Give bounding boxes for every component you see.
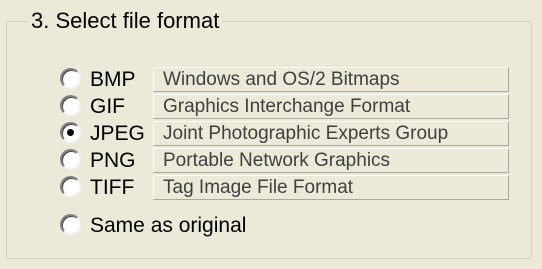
same-as-original-label[interactable]: Same as original: [90, 212, 246, 239]
format-description-gif: Graphics Interchange Format: [153, 94, 509, 119]
format-code-bmp[interactable]: BMP: [90, 66, 136, 93]
format-description-tiff: Tag Image File Format: [153, 175, 509, 200]
radio-tiff[interactable]: [60, 176, 81, 197]
group-title: 3. Select file format: [28, 8, 223, 34]
format-description-bmp: Windows and OS/2 Bitmaps: [153, 67, 509, 92]
format-description-jpeg: Joint Photographic Experts Group: [153, 121, 509, 146]
format-code-tiff[interactable]: TIFF: [90, 174, 134, 201]
radio-gif[interactable]: [60, 95, 81, 116]
format-description-png: Portable Network Graphics: [153, 148, 509, 173]
radio-jpeg[interactable]: [60, 122, 81, 143]
radio-png[interactable]: [60, 149, 81, 170]
format-code-png[interactable]: PNG: [90, 147, 136, 174]
radio-same-as-original[interactable]: [60, 214, 81, 235]
format-code-gif[interactable]: GIF: [90, 93, 125, 120]
file-format-panel: 3. Select file format BMP Windows and OS…: [0, 0, 542, 269]
format-code-jpeg[interactable]: JPEG: [90, 120, 145, 147]
radio-bmp[interactable]: [60, 68, 81, 89]
